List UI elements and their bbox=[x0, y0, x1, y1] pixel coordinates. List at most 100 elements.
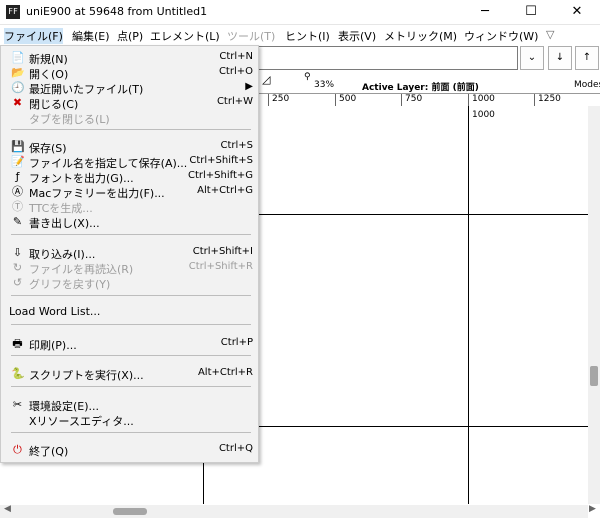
menu-item-export[interactable]: ✎ 書き出し(X)... bbox=[1, 214, 258, 230]
menu-item-quit[interactable]: ⏻ 終了(Q) Ctrl+Q bbox=[1, 442, 258, 458]
menu-item-label: Xリソースエディタ... bbox=[29, 415, 134, 428]
menu-item-preferences[interactable]: ✂ 環境設定(E)... bbox=[1, 397, 258, 413]
ruler-label: 500 bbox=[339, 94, 357, 104]
revert-glyph-icon: ↺ bbox=[12, 276, 23, 289]
menu-point[interactable]: 点(P) bbox=[117, 28, 143, 44]
print-icon: 🖶 bbox=[12, 337, 23, 350]
import-icon: ⇩ bbox=[12, 246, 23, 259]
zoom-icon: ⚲ bbox=[304, 72, 311, 82]
menu-item-shortcut: Ctrl+Shift+R bbox=[188, 261, 253, 272]
revert-file-icon: ↻ bbox=[12, 261, 23, 274]
horizontal-ruler: 250 500 750 1000 1250 bbox=[258, 93, 600, 107]
menu-item-close[interactable]: ✖ 閉じる(C) Ctrl+W bbox=[1, 95, 258, 111]
scroll-left-icon[interactable]: ◀ bbox=[4, 504, 11, 514]
width-label: 1000 bbox=[472, 110, 495, 120]
menu-item-shortcut: Ctrl+Shift+G bbox=[187, 170, 253, 181]
menu-item-shortcut: Ctrl+P bbox=[220, 337, 253, 348]
menu-item-load-word-list[interactable]: Load Word List... bbox=[1, 304, 258, 319]
open-folder-icon: 📂 bbox=[11, 66, 25, 79]
triangle-icon: ◿ bbox=[262, 73, 271, 86]
menu-item-new[interactable]: 📄 新規(N) Ctrl+N bbox=[1, 50, 258, 66]
zoom-level: 33% bbox=[314, 80, 335, 90]
menu-item-generate-fonts[interactable]: ƒ フォントを出力(G)... Ctrl+Shift+G bbox=[1, 169, 258, 185]
menu-item-shortcut: Ctrl+Shift+S bbox=[189, 155, 253, 166]
save-icon: 💾 bbox=[11, 140, 25, 153]
menu-item-shortcut: Ctrl+W bbox=[216, 96, 253, 107]
menu-tools[interactable]: ツール(T) bbox=[227, 28, 275, 44]
maximize-button[interactable]: ☐ bbox=[508, 0, 554, 24]
menu-view[interactable]: 表示(V) bbox=[338, 28, 376, 44]
menu-item-label: タブを閉じる(L) bbox=[29, 113, 110, 126]
ruler-tick bbox=[468, 94, 469, 106]
ruler-label: 1000 bbox=[472, 94, 495, 104]
menu-item-label: 書き出し(X)... bbox=[29, 217, 100, 230]
file-menu-dropdown: 📄 新規(N) Ctrl+N 📂 開く(O) Ctrl+O 🕘 最近開いたファイ… bbox=[0, 45, 259, 463]
menu-item-open[interactable]: 📂 開く(O) Ctrl+O bbox=[1, 65, 258, 81]
scroll-right-icon[interactable]: ▶ bbox=[589, 504, 596, 514]
menu-item-revert-file[interactable]: ↻ ファイルを再読込(R) Ctrl+Shift+R bbox=[1, 260, 258, 276]
menu-item-label: Load Word List... bbox=[9, 305, 101, 318]
ruler-label: 1250 bbox=[538, 94, 561, 104]
close-file-icon: ✖ bbox=[12, 96, 23, 109]
ruler-label: 250 bbox=[272, 94, 290, 104]
ruler-tick bbox=[268, 94, 269, 106]
menu-item-generate-ttc[interactable]: Ⓣ TTCを生成... bbox=[1, 199, 258, 215]
submenu-arrow-icon: ▶ bbox=[245, 81, 253, 92]
app-icon: FF bbox=[6, 5, 20, 19]
ruler-tick bbox=[335, 94, 336, 106]
menu-hints[interactable]: ヒント(I) bbox=[285, 28, 330, 44]
menu-separator bbox=[11, 295, 251, 296]
menu-item-shortcut: Alt+Ctrl+R bbox=[197, 367, 253, 378]
menu-item-shortcut: Ctrl+Shift+I bbox=[192, 246, 253, 257]
menu-item-recent[interactable]: 🕘 最近開いたファイル(T) ▶ bbox=[1, 80, 258, 96]
menu-window[interactable]: ウィンドウ(W) bbox=[464, 28, 538, 44]
status-bar: ◿ ⚲ 33% Active Layer: 前面 (前面) Modes bbox=[258, 72, 600, 93]
minimize-button[interactable]: ─ bbox=[462, 0, 508, 24]
menu-separator bbox=[11, 324, 251, 325]
menubar: ファイル(F) 編集(E) 点(P) エレメント(L) ツール(T) ヒント(I… bbox=[0, 25, 600, 45]
menu-separator bbox=[11, 129, 251, 130]
menu-item-close-tab[interactable]: タブを閉じる(L) bbox=[1, 110, 258, 126]
menu-item-save-as[interactable]: 📝 ファイル名を指定して保存(A)... Ctrl+Shift+S bbox=[1, 154, 258, 170]
menu-item-shortcut: Ctrl+N bbox=[219, 51, 253, 62]
generate-fonts-icon: ƒ bbox=[15, 170, 20, 183]
menu-separator bbox=[11, 432, 251, 433]
menu-metrics[interactable]: メトリック(M) bbox=[384, 28, 457, 44]
modes-label: Modes bbox=[574, 80, 600, 90]
ruler-tick bbox=[534, 94, 535, 106]
menu-separator bbox=[11, 234, 251, 235]
generate-mac-family-icon: Ⓐ bbox=[12, 185, 23, 198]
recent-files-icon: 🕘 bbox=[11, 81, 25, 94]
menu-file[interactable]: ファイル(F) bbox=[4, 28, 63, 44]
move-up-button[interactable]: ↑ bbox=[575, 46, 599, 70]
ruler-label: 750 bbox=[405, 94, 423, 104]
menu-item-x-resource-editor[interactable]: Xリソースエディタ... bbox=[1, 412, 258, 428]
vertical-scrollbar[interactable] bbox=[588, 106, 600, 504]
active-layer: Active Layer: 前面 (前面) bbox=[362, 83, 479, 93]
menu-separator bbox=[11, 355, 251, 356]
ruler-tick bbox=[401, 94, 402, 106]
menu-item-label: 終了(Q) bbox=[29, 445, 69, 458]
menu-element[interactable]: エレメント(L) bbox=[150, 28, 220, 44]
preferences-icon: ✂ bbox=[12, 398, 23, 411]
horizontal-scrollbar[interactable] bbox=[0, 505, 588, 518]
new-file-icon: 📄 bbox=[11, 51, 25, 64]
python-script-icon: 🐍 bbox=[11, 367, 25, 380]
glyph-input[interactable] bbox=[258, 46, 518, 70]
horizontal-scroll-thumb[interactable] bbox=[113, 508, 147, 515]
menu-separator bbox=[11, 386, 251, 387]
menu-item-generate-mac-family[interactable]: Ⓐ Macファミリーを出力(F)... Alt+Ctrl+G bbox=[1, 184, 258, 200]
export-icon: ✎ bbox=[12, 215, 23, 228]
close-button[interactable]: ✕ bbox=[554, 0, 600, 24]
menu-overflow-chevron-icon[interactable]: ▽ bbox=[546, 28, 554, 41]
dropdown-button[interactable]: ⌄ bbox=[520, 46, 544, 70]
vertical-scroll-thumb[interactable] bbox=[590, 366, 598, 386]
move-down-button[interactable]: ↓ bbox=[548, 46, 572, 70]
menu-item-save[interactable]: 💾 保存(S) Ctrl+S bbox=[1, 139, 258, 155]
save-as-icon: 📝 bbox=[11, 155, 25, 168]
menu-item-execute-script[interactable]: 🐍 スクリプトを実行(X)... Alt+Ctrl+R bbox=[1, 366, 258, 382]
menu-edit[interactable]: 編集(E) bbox=[72, 28, 110, 44]
menu-item-revert-glyph[interactable]: ↺ グリフを戻す(Y) bbox=[1, 275, 258, 291]
menu-item-import[interactable]: ⇩ 取り込み(I)... Ctrl+Shift+I bbox=[1, 245, 258, 261]
menu-item-print[interactable]: 🖶 印刷(P)... Ctrl+P bbox=[1, 336, 258, 352]
